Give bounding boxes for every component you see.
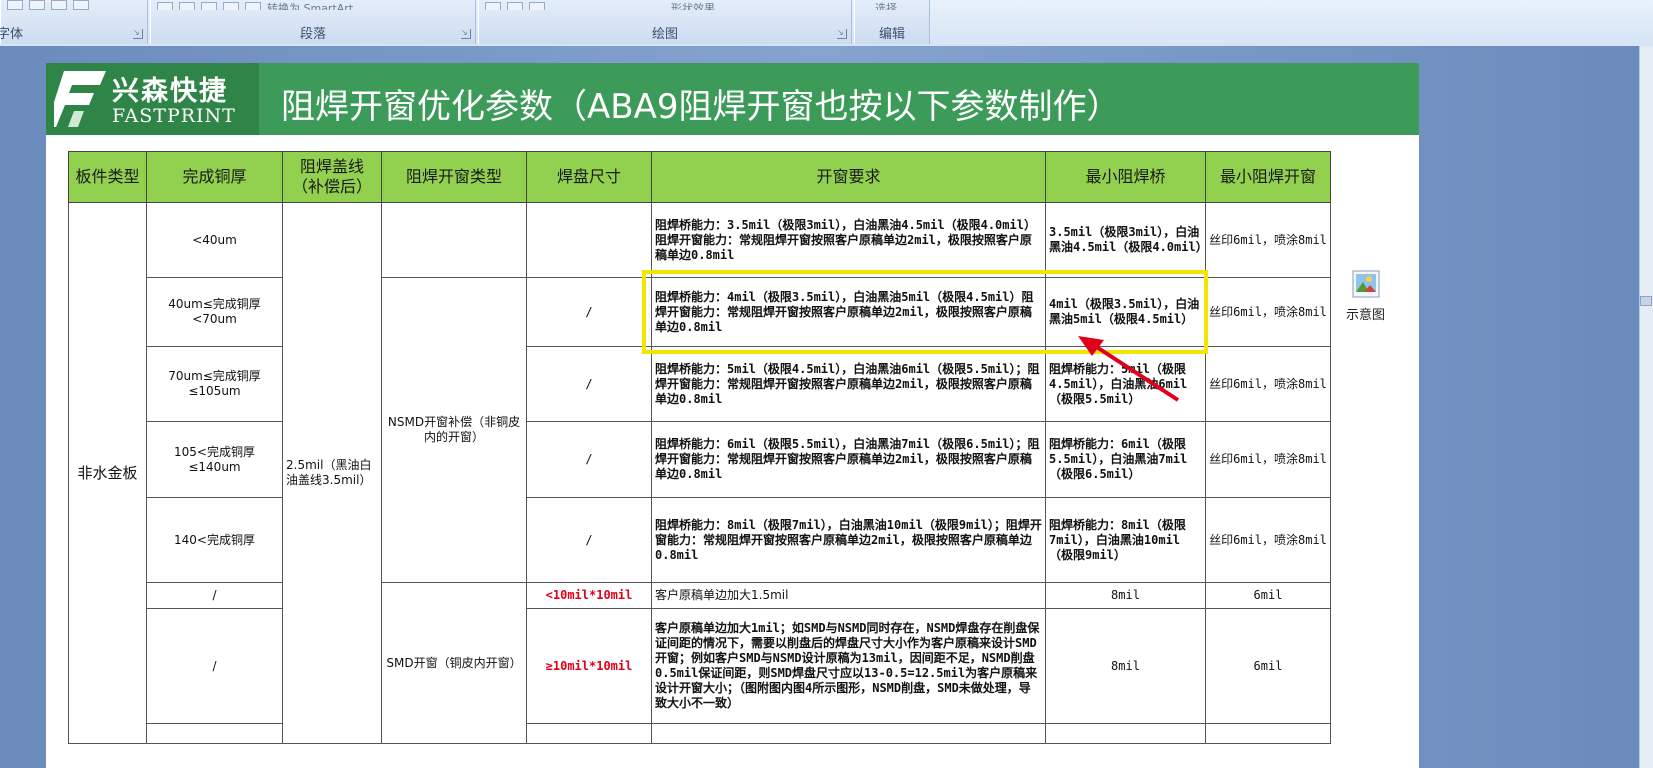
pad-size-cell: / <box>526 277 652 347</box>
requirement-cell: 阻焊桥能力：8mil（极限7mil），白油黑油10mil（极限9mil）；阻焊开… <box>651 497 1046 583</box>
header-board-type: 板件类型 <box>68 151 147 203</box>
company-logo: 兴森快捷 FASTPRINT <box>46 63 259 135</box>
min-opening-cell: 6mil <box>1205 608 1331 724</box>
empty-cell <box>1205 723 1331 744</box>
pad-size-cell <box>526 202 652 278</box>
drawing-dialog-launcher-icon[interactable]: ↘ <box>837 29 847 39</box>
cover-line-cell: 2.5mil（黑油白油盖线3.5mil） <box>282 202 382 744</box>
min-opening-cell: 丝印6mil，喷涂8mil <box>1205 202 1331 278</box>
min-opening-cell: 丝印6mil，喷涂8mil <box>1205 346 1331 422</box>
requirement-cell: 客户原稿单边加大1.5mil <box>651 582 1046 609</box>
smd-type-cell: SMD开窗（铜皮内开窗） <box>381 582 527 744</box>
header-opening-requirement: 开窗要求 <box>651 151 1046 203</box>
empty-cell <box>1045 723 1206 744</box>
thickness-cell: 105<完成铜厚≤140um <box>146 421 283 498</box>
editing-tools[interactable]: 选择 <box>861 0 923 10</box>
table-row: 105<完成铜厚≤140um / 阻焊桥能力：6mil（极限5.5mil），白油… <box>69 421 1331 498</box>
ribbon-group-font-label: 字体 <box>0 27 24 42</box>
table-row: 140<完成铜厚 / 阻焊桥能力：8mil（极限7mil），白油黑油10mil（… <box>69 497 1331 583</box>
red-arrow-icon <box>1078 336 1180 402</box>
pad-size-cell: ≥10mil*10mil <box>526 608 652 724</box>
thickness-cell: / <box>146 582 283 609</box>
header-copper-thickness: 完成铜厚 <box>146 151 283 203</box>
image-icon[interactable] <box>1352 270 1380 298</box>
nsmd-type-cell: NSMD开窗补偿（非铜皮内的开窗） <box>381 277 527 583</box>
paragraph-tools[interactable]: 转换为 SmartArt <box>157 0 469 10</box>
min-bridge-cell: 阻焊桥能力：6mil（极限5.5mil），白油黑油7mil（极限6.5mil） <box>1045 421 1206 498</box>
ribbon-group-paragraph: 转换为 SmartArt 段落 ↘ <box>150 0 476 44</box>
min-opening-cell: 丝印6mil，喷涂8mil <box>1205 421 1331 498</box>
pad-size-cell: / <box>526 497 652 583</box>
paragraph-dialog-launcher-icon[interactable]: ↘ <box>461 29 471 39</box>
logo-chinese-text: 兴森快捷 <box>112 76 228 107</box>
min-bridge-cell: 8mil <box>1045 608 1206 724</box>
font-tools[interactable] <box>7 0 141 10</box>
diagram-icon-label[interactable]: 示意图 <box>1346 304 1385 323</box>
vertical-scrollbar[interactable] <box>1639 46 1653 768</box>
thickness-cell: <40um <box>146 202 283 278</box>
empty-cell <box>526 723 652 744</box>
min-bridge-cell: 8mil <box>1045 582 1206 609</box>
header-opening-type: 阻焊开窗类型 <box>381 151 527 203</box>
requirement-cell: 阻焊桥能力：5mil（极限4.5mil），白油黑油6mil（极限5.5mil）；… <box>651 346 1046 422</box>
table-row: / SMD开窗（铜皮内开窗） <10mil*10mil 客户原稿单边加大1.5m… <box>69 582 1331 744</box>
min-bridge-cell: 3.5mil（极限3mil），白油黑油4.5mil（极限4.0mil） <box>1045 202 1208 278</box>
font-dialog-launcher-icon[interactable]: ↘ <box>133 29 143 39</box>
table-row: / ≥10mil*10mil 客户原稿单边加大1mil；如SMD与NSMD同时存… <box>69 608 1331 724</box>
table-header-row: 板件类型 完成铜厚 阻焊盖线（补偿后） 阻焊开窗类型 焊盘尺寸 开窗要求 最小阻… <box>68 151 1331 203</box>
thickness-cell: 140<完成铜厚 <box>146 497 283 583</box>
empty-cell <box>146 723 283 744</box>
min-opening-cell: 丝印6mil，喷涂8mil <box>1205 277 1331 347</box>
min-opening-cell: 6mil <box>1205 582 1331 609</box>
drawing-tools[interactable]: 形状效果 <box>485 0 845 10</box>
pad-size-cell: <10mil*10mil <box>526 582 652 609</box>
pad-size-cell: / <box>526 421 652 498</box>
min-opening-cell: 丝印6mil，喷涂8mil <box>1205 497 1331 583</box>
thickness-cell: 40um≤完成铜厚<70um <box>146 277 283 347</box>
select-label[interactable]: 选择 <box>875 2 897 10</box>
pad-size-cell: / <box>526 346 652 422</box>
table-row <box>69 723 1331 744</box>
ribbon-group-editing: 选择 编辑 <box>854 0 930 44</box>
header-min-opening: 最小阻焊开窗 <box>1205 151 1331 203</box>
shape-effects-label[interactable]: 形状效果 <box>671 2 715 10</box>
requirement-cell: 阻焊桥能力：6mil（极限5.5mil），白油黑油7mil（极限6.5mil）；… <box>651 421 1046 498</box>
solder-mask-parameter-table: 板件类型 完成铜厚 阻焊盖线（补偿后） 阻焊开窗类型 焊盘尺寸 开窗要求 最小阻… <box>68 151 1331 744</box>
thickness-cell: / <box>146 608 283 724</box>
board-type-cell: 非水金板 <box>68 202 147 744</box>
opening-type-cell-empty <box>381 202 527 278</box>
requirement-cell: 阻焊桥能力：3.5mil（极限3mil），白油黑油4.5mil（极限4.0mil… <box>651 202 1046 278</box>
ribbon-group-drawing-label: 绘图 <box>651 27 678 42</box>
ribbon: 字体 ↘ 转换为 SmartArt 段落 ↘ 形状效果 绘图 ↘ 选择 编辑 <box>0 0 1653 47</box>
header-min-bridge: 最小阻焊桥 <box>1045 151 1206 203</box>
header-cover-line: 阻焊盖线（补偿后） <box>282 151 382 203</box>
slide[interactable]: 兴森快捷 FASTPRINT 阻焊开窗优化参数（ABA9阻焊开窗也按以下参数制作… <box>46 63 1419 768</box>
fastprint-logo-icon <box>54 71 106 127</box>
header-pad-size: 焊盘尺寸 <box>526 151 652 203</box>
logo-english-text: FASTPRINT <box>112 105 236 127</box>
empty-cell <box>651 723 1046 744</box>
requirement-cell: 客户原稿单边加大1mil；如SMD与NSMD同时存在，NSMD焊盘存在削盘保证间… <box>651 608 1046 724</box>
scrollbar-thumb[interactable] <box>1640 296 1652 306</box>
ribbon-group-editing-label: 编辑 <box>878 27 905 42</box>
min-bridge-cell: 阻焊桥能力：8mil（极限7mil），白油黑油10mil（极限9mil） <box>1045 497 1206 583</box>
slide-title: 阻焊开窗优化参数（ABA9阻焊开窗也按以下参数制作） <box>281 87 1121 127</box>
table-row: 非水金板 <40um 2.5mil（黑油白油盖线3.5mil） 阻焊桥能力：3.… <box>68 202 1331 744</box>
ribbon-group-paragraph-label: 段落 <box>299 27 326 42</box>
slide-header: 兴森快捷 FASTPRINT 阻焊开窗优化参数（ABA9阻焊开窗也按以下参数制作… <box>46 63 1419 135</box>
ribbon-group-drawing: 形状效果 绘图 ↘ <box>478 0 852 44</box>
thickness-cell: 70um≤完成铜厚≤105um <box>146 346 283 422</box>
smartart-label[interactable]: 转换为 SmartArt <box>267 2 353 10</box>
ribbon-group-font: 字体 ↘ <box>0 0 148 44</box>
